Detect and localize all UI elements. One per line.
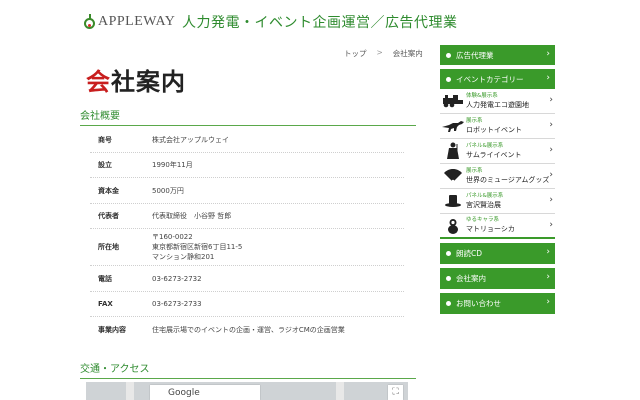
sidebar-item-label: 会社案内 xyxy=(456,274,486,283)
access-heading: 交通・アクセス xyxy=(80,360,416,379)
category-item[interactable]: 展示系 世界のミュージアムグッズ › xyxy=(440,164,555,189)
chevron-right-icon: › xyxy=(549,95,553,105)
row-key: 商号 xyxy=(98,135,112,144)
breadcrumb-current: 会社案内 xyxy=(392,49,423,58)
chevron-right-icon: › xyxy=(546,49,550,59)
row-value: 1990年11月 xyxy=(152,161,193,169)
breadcrumb: トップ > 会社案内 xyxy=(344,48,423,59)
category-title: 人力発電エコ遊園地 xyxy=(466,100,529,109)
table-row: 所在地 〒160-0022 東京都新宿区新宿6丁目11-5 マンション静和201 xyxy=(90,229,404,266)
apple-logo-icon xyxy=(84,14,95,30)
site-logo[interactable]: APPLEWAY xyxy=(84,12,175,32)
category-sub: 展示系 xyxy=(466,117,483,124)
category-title: 宮沢賢治展 xyxy=(466,200,501,209)
bullet-icon xyxy=(446,276,451,281)
category-title: マトリョーシカ xyxy=(466,225,515,233)
category-sub: 体験&展示系 xyxy=(466,92,498,99)
row-value: 5000万円 xyxy=(152,186,184,195)
row-value: 03-6273-2732 xyxy=(152,274,202,283)
chevron-right-icon: › xyxy=(546,247,550,257)
table-row: 代表者 代表取締役 小谷野 哲郎 xyxy=(90,204,404,229)
sidebar-item-ad-agency[interactable]: 広告代理業 › xyxy=(440,45,555,65)
category-sub: 展示系 xyxy=(466,167,483,174)
table-row: 事業内容 住宅展示場でのイベントの企画・運営、ラジオCMの企画営業 xyxy=(90,317,404,343)
chevron-right-icon: › xyxy=(549,120,553,130)
category-item[interactable]: パネル&展示系 サムライイベント › xyxy=(440,139,555,164)
google-map[interactable]: Google ⛶ xyxy=(86,382,408,400)
table-row: 商号 株式会社アップルウェイ xyxy=(90,127,404,153)
category-title: ロボットイベント xyxy=(466,125,522,134)
sidebar-item-event-category[interactable]: イベントカテゴリー › xyxy=(440,69,555,89)
category-item[interactable]: 体験&展示系 人力発電エコ遊園地 › xyxy=(440,89,555,114)
page-title-first-char: 会 xyxy=(86,68,111,96)
company-info-table: 商号 株式会社アップルウェイ 設立 1990年11月 資本金 5000万円 代表… xyxy=(90,127,404,343)
chevron-right-icon: › xyxy=(546,73,550,83)
hat-icon xyxy=(440,192,466,210)
fullscreen-icon[interactable]: ⛶ xyxy=(388,385,403,400)
dinosaur-icon xyxy=(440,117,466,135)
sidebar-item-label: 広告代理業 xyxy=(456,50,494,60)
page-title: 会社案内 xyxy=(86,62,186,97)
category-item[interactable]: 展示系 ロボットイベント › xyxy=(440,114,555,139)
row-key: 所在地 xyxy=(98,243,119,251)
site-header: APPLEWAY 人力発電・イベント企画運営／広告代理業 xyxy=(0,0,640,42)
sidebar: 広告代理業 › イベントカテゴリー › 体験&展示系 人力発電エコ遊園地 › 展示… xyxy=(440,45,555,318)
breadcrumb-separator: > xyxy=(376,48,383,57)
category-item[interactable]: ゆるキャラ系マトリョーシカ › xyxy=(440,214,555,239)
table-row: FAX 03-6273-2733 xyxy=(90,292,404,317)
logo-text: APPLEWAY xyxy=(98,14,176,29)
row-value: 住宅展示場でのイベントの企画・運営、ラジオCMの企画営業 xyxy=(152,326,345,334)
page-title-rest: 社案内 xyxy=(111,68,186,96)
bullet-icon xyxy=(446,76,451,82)
category-sub: パネル&展示系 xyxy=(466,192,504,199)
row-key: 電話 xyxy=(98,274,112,283)
bullet-icon xyxy=(446,251,451,256)
locomotive-icon xyxy=(440,92,466,110)
chevron-right-icon: › xyxy=(549,220,553,230)
row-key: 資本金 xyxy=(98,186,119,195)
category-title: サムライイベント xyxy=(466,150,522,159)
row-value: 株式会社アップルウェイ xyxy=(152,135,229,144)
row-key: 事業内容 xyxy=(98,326,126,334)
table-row: 設立 1990年11月 xyxy=(90,153,404,178)
chevron-right-icon: › xyxy=(546,272,550,282)
row-value: 〒160-0022 東京都新宿区新宿6丁目11-5 マンション静和201 xyxy=(152,233,243,261)
company-overview-heading: 会社概要 xyxy=(80,107,416,126)
map-label: Google xyxy=(150,385,260,400)
map-road xyxy=(336,382,344,400)
sidebar-item-contact[interactable]: お問い合わせ › xyxy=(440,293,555,314)
sidebar-item-label: お問い合わせ xyxy=(456,299,501,308)
row-value: 03-6273-2733 xyxy=(152,300,202,308)
row-key: FAX xyxy=(98,300,113,308)
chevron-right-icon: › xyxy=(549,195,553,205)
category-sub: パネル&展示系 xyxy=(466,142,504,149)
sidebar-item-label: イベントカテゴリー xyxy=(456,74,524,84)
chevron-right-icon: › xyxy=(546,297,550,307)
map-road xyxy=(126,382,134,400)
samurai-icon xyxy=(440,142,466,160)
category-item[interactable]: パネル&展示系 宮沢賢治展 › xyxy=(440,189,555,214)
category-title: 世界のミュージアムグッズ xyxy=(466,175,550,184)
sidebar-item-company-info[interactable]: 会社案内 › xyxy=(440,268,555,289)
category-sub: ゆるキャラ系 xyxy=(466,217,500,223)
row-value: 代表取締役 小谷野 哲郎 xyxy=(152,212,232,220)
table-row: 資本金 5000万円 xyxy=(90,178,404,204)
site-tagline: 人力発電・イベント企画運営／広告代理業 xyxy=(182,15,458,31)
chevron-right-icon: › xyxy=(549,170,553,180)
table-row: 電話 03-6273-2732 xyxy=(90,266,404,292)
sidebar-item-reading-cd[interactable]: 朗読CD › xyxy=(440,243,555,264)
row-key: 代表者 xyxy=(98,212,119,220)
chevron-right-icon: › xyxy=(549,145,553,155)
fan-icon xyxy=(440,167,466,185)
event-category-list: 体験&展示系 人力発電エコ遊園地 › 展示系 ロボットイベント › パネル&展示系サ… xyxy=(440,89,555,239)
breadcrumb-home-link[interactable]: トップ xyxy=(344,48,367,59)
bullet-icon xyxy=(446,52,451,58)
sidebar-item-label: 朗読CD xyxy=(456,249,483,258)
bullet-icon xyxy=(446,301,451,306)
matryoshka-icon xyxy=(440,217,466,235)
row-key: 設立 xyxy=(98,161,112,169)
